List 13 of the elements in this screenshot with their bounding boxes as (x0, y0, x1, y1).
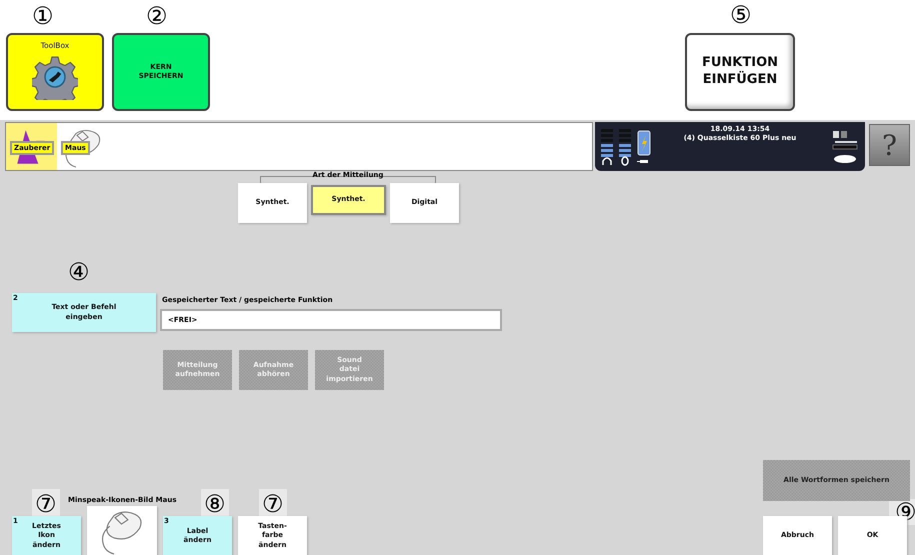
callout-number: ② (146, 4, 168, 28)
battery-icon (637, 128, 651, 166)
microphone-meter-icon (619, 128, 631, 166)
callout-number: ④ (68, 260, 90, 284)
callout-number: ① (32, 4, 54, 28)
callout-number: ⑧ (201, 489, 229, 519)
gear-icon (32, 54, 78, 100)
headphone-meter-icon (601, 128, 613, 166)
callout-number: ⑤ (730, 3, 752, 27)
callout-number: ⑦ (32, 489, 60, 519)
callout-number: ⑦ (259, 489, 287, 519)
help-button[interactable]: ? (869, 124, 910, 166)
toolbar-button[interactable]: FUNKTION EINFÜGEN (685, 33, 795, 111)
